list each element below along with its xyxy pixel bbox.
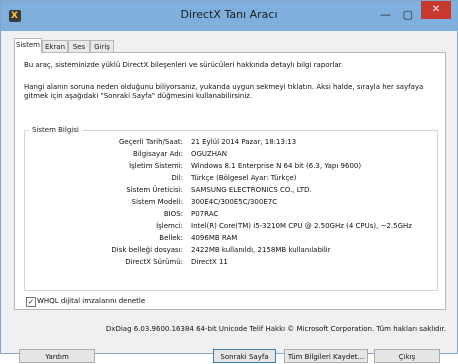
info-value: 300E4C/300E5C/300E7C [191,198,278,206]
maximize-icon[interactable]: ▢ [403,9,413,21]
tab-giris[interactable]: Giriş [90,40,114,52]
help-button[interactable]: Yardım [19,349,95,363]
whql-checkbox-label[interactable]: WHQL dijital imzalarını denetle [37,297,145,306]
info-label: İşlemci: [156,222,183,230]
info-value: 21 Eylül 2014 Pazar, 18:13:13 [191,138,297,146]
info-value: DirectX 11 [191,258,228,266]
copyright-footer: DxDiag 6.03.9600.16384 64-bit Unicode Te… [105,325,446,333]
client-area: Sistem Ekran Ses Giriş Bu araç, sistemin… [8,31,450,363]
next-page-button[interactable]: Sonraki Sayfa [213,349,276,363]
tab-panel-sistem: Bu araç, sisteminizde yüklü DirectX bile… [14,52,446,310]
system-info-group: Sistem Bilgisi Geçerli Tarih/Saat: 21 Ey… [24,126,438,291]
info-label: Sistem Modeli: [131,198,183,206]
minimize-icon[interactable]: — [380,9,391,21]
info-value: Windows 8.1 Enterprise N 64 bit (6.3, Ya… [191,162,362,170]
info-label: Disk belleği dosyası: [111,246,183,254]
system-info-title: Sistem Bilgisi [29,126,82,135]
info-label: Bilgisayar Adı: [133,150,183,158]
dxdiag-window: DirectX Tanı Aracı — ▢ ✕ Sistem Ekran Se… [0,0,458,363]
tab-ses[interactable]: Ses [68,40,90,52]
info-value: Intel(R) Core(TM) i5-3210M CPU @ 2.50GHz… [191,222,412,230]
save-all-info-button[interactable]: Tüm Bilgileri Kaydet... [284,349,368,363]
info-label: BIOS: [163,210,183,218]
whql-checkbox[interactable]: ✓ [26,297,36,307]
info-value: SAMSUNG ELECTRONICS CO., LTD. [191,186,312,194]
exit-button[interactable]: Çıkış [374,349,440,363]
tab-sistem[interactable]: Sistem [14,38,42,53]
info-value: 2422MB kullanıldı, 2158MB kullanılabilir [191,246,331,254]
info-value: OGUZHAN [191,150,228,158]
info-label: Geçerli Tarih/Saat: [118,138,183,146]
info-label: DirectX Sürümü: [125,258,183,266]
tab-ekran[interactable]: Ekran [42,40,68,52]
intro-text: Bu araç, sisteminizde yüklü DirectX bile… [24,61,344,69]
info-label: Dil: [171,174,183,182]
info-value: P07RAC [191,210,219,218]
info-label: Bellek: [159,234,183,242]
info-value: Türkçe (Bölgesel Ayar: Türkçe) [191,174,297,182]
info-label: İşletim Sistemi: [129,162,183,170]
info-label: Sistem Üreticisi: [126,186,183,194]
title-bar[interactable]: DirectX Tanı Aracı — ▢ ✕ [1,1,457,31]
info-value: 4096MB RAM [191,234,238,242]
close-icon[interactable]: ✕ [421,1,451,19]
intro-help-text: Hangi alanın soruna neden olduğunu biliy… [24,83,424,100]
